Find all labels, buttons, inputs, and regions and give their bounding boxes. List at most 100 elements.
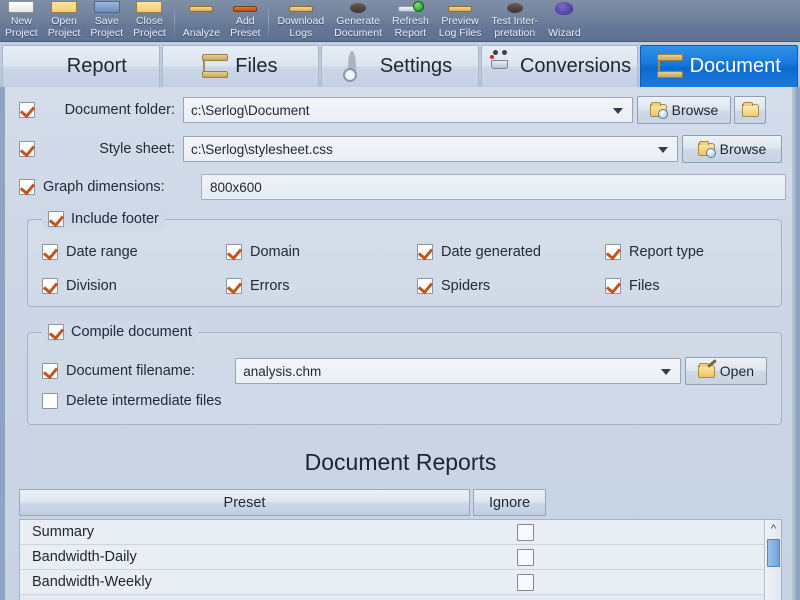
ignore-checkbox[interactable] bbox=[516, 573, 534, 591]
scroll-up-arrow-icon[interactable]: ^ bbox=[765, 520, 781, 537]
include-footer-label: Include footer bbox=[71, 211, 159, 227]
toolbar-label: Download Logs bbox=[277, 15, 325, 39]
footer-option-errors[interactable]: Errors bbox=[226, 278, 289, 294]
tab-label: Document bbox=[689, 55, 781, 77]
graph-dimensions-checkbox[interactable] bbox=[19, 179, 35, 195]
delete-intermediate-files-row[interactable]: Delete intermediate files bbox=[42, 393, 222, 409]
style-sheet-combobox[interactable]: c:\Serlog\stylesheet.css bbox=[183, 136, 678, 162]
files-checkbox[interactable] bbox=[605, 278, 621, 294]
date-range-checkbox[interactable] bbox=[42, 244, 58, 260]
toolbar-button-wizard[interactable]: Wizard bbox=[543, 0, 586, 41]
report-type-checkbox[interactable] bbox=[605, 244, 621, 260]
footer-option-label: Division bbox=[66, 278, 117, 294]
style-sheet-checkbox[interactable] bbox=[19, 141, 35, 157]
compile-document-label: Compile document bbox=[71, 324, 192, 340]
toolbar-button-add-preset[interactable]: Add Preset bbox=[225, 0, 265, 41]
ignore-checkbox[interactable] bbox=[516, 523, 534, 541]
include-footer-checkbox[interactable] bbox=[48, 211, 64, 227]
toolbar-label: Save Project bbox=[90, 15, 124, 39]
spiders-checkbox[interactable] bbox=[417, 278, 433, 294]
footer-option-label: Domain bbox=[250, 244, 300, 260]
document-filename-value: analysis.chm bbox=[243, 363, 322, 379]
toolbar-label: Open Project bbox=[47, 15, 81, 39]
date-generated-checkbox[interactable] bbox=[417, 244, 433, 260]
analyze-icon bbox=[186, 0, 216, 12]
domain-checkbox[interactable] bbox=[226, 244, 242, 260]
footer-option-label: Errors bbox=[250, 278, 290, 294]
document-settings-panel: Document folder: c:\Serlog\Document Brow… bbox=[0, 87, 800, 600]
generate-document-icon bbox=[343, 0, 373, 13]
chevron-down-icon[interactable] bbox=[660, 369, 671, 375]
toolbar-button-save-project[interactable]: Save Project bbox=[85, 0, 128, 41]
compile-document-groupbox: Compile document Document filename: anal… bbox=[27, 322, 782, 425]
table-row[interactable]: Bandwidth-Daily bbox=[20, 545, 781, 570]
main-toolbar: New Project Open Project Save Project Cl… bbox=[0, 0, 800, 42]
tab-files[interactable]: Files bbox=[161, 45, 320, 87]
toolbar-button-open-project[interactable]: Open Project bbox=[43, 0, 86, 41]
tab-settings[interactable]: Settings bbox=[321, 45, 479, 87]
style-sheet-row: Style sheet: c:\Serlog\stylesheet.css Br… bbox=[19, 135, 795, 163]
column-header-ignore[interactable]: Ignore bbox=[473, 489, 546, 516]
toolbar-label: New Project bbox=[5, 15, 38, 39]
toolbar-button-close-project[interactable]: Close Project bbox=[128, 0, 171, 41]
toolbar-button-new-project[interactable]: New Project bbox=[0, 0, 43, 41]
tab-report[interactable]: Report bbox=[2, 45, 160, 87]
division-checkbox[interactable] bbox=[42, 278, 58, 294]
document-folder-checkbox[interactable] bbox=[19, 102, 35, 118]
toolbar-button-test-interpretation[interactable]: Test Inter- pretation bbox=[486, 0, 543, 41]
document-filename-label: Document filename: bbox=[66, 363, 195, 379]
gear-magnifier-icon bbox=[347, 50, 372, 81]
folder-edit-icon bbox=[697, 362, 715, 378]
chevron-down-icon[interactable] bbox=[613, 108, 623, 114]
toolbar-separator bbox=[268, 5, 270, 39]
document-folder-browse-button[interactable]: Browse bbox=[637, 96, 731, 124]
table-row[interactable]: Bandwidth-Weekly bbox=[20, 570, 781, 595]
folder-search-icon bbox=[649, 101, 668, 119]
toolbar-button-generate-document[interactable]: Generate Document bbox=[329, 0, 387, 41]
compile-document-checkbox[interactable] bbox=[48, 324, 64, 340]
style-sheet-browse-button[interactable]: Browse bbox=[682, 135, 782, 163]
document-reports-scrollbar[interactable]: ^ bbox=[764, 520, 781, 600]
document-filename-combobox[interactable]: analysis.chm bbox=[235, 358, 681, 384]
footer-option-files[interactable]: Files bbox=[605, 278, 660, 294]
column-header-preset[interactable]: Preset bbox=[19, 489, 470, 516]
tab-conversions[interactable]: Conversions bbox=[480, 45, 639, 87]
tab-document[interactable]: Document bbox=[640, 45, 798, 87]
footer-option-spiders[interactable]: Spiders bbox=[417, 278, 490, 294]
footer-option-date-range[interactable]: Date range bbox=[42, 244, 138, 260]
style-sheet-label: Style sheet: bbox=[99, 141, 175, 157]
delete-intermediate-files-checkbox[interactable] bbox=[42, 393, 58, 409]
footer-option-label: Date range bbox=[66, 244, 138, 260]
footer-option-domain[interactable]: Domain bbox=[226, 244, 300, 260]
ignore-checkbox[interactable] bbox=[516, 548, 534, 566]
footer-option-label: Date generated bbox=[441, 244, 541, 260]
save-project-icon bbox=[92, 0, 122, 13]
document-reports-list: Summary Bandwidth-Daily Bandwidth-Weekly… bbox=[19, 519, 782, 600]
download-logs-icon bbox=[286, 0, 316, 12]
document-folder-combobox[interactable]: c:\Serlog\Document bbox=[183, 97, 633, 123]
errors-checkbox[interactable] bbox=[226, 278, 242, 294]
chevron-down-icon[interactable] bbox=[658, 147, 668, 153]
graph-dimensions-input[interactable]: 800x600 bbox=[201, 174, 786, 200]
pie-chart-icon bbox=[35, 55, 59, 79]
compile-document-legend: Compile document bbox=[42, 322, 198, 342]
toolbar-label: Generate Document bbox=[334, 15, 383, 39]
toolbar-button-refresh-report[interactable]: Refresh Report bbox=[387, 0, 434, 41]
scrollbar-thumb[interactable] bbox=[767, 539, 780, 567]
main-tab-bar: Report Files Settings Conversions Docume… bbox=[0, 42, 800, 87]
document-filename-checkbox[interactable] bbox=[42, 363, 58, 379]
document-folder-open-folder-button[interactable] bbox=[734, 96, 766, 124]
table-row[interactable]: Summary bbox=[20, 520, 781, 545]
test-interpretation-icon bbox=[500, 0, 530, 13]
footer-option-date-generated[interactable]: Date generated bbox=[417, 244, 541, 260]
toolbar-button-analyze[interactable]: Analyze bbox=[178, 0, 225, 41]
toolbar-button-download-logs[interactable]: Download Logs bbox=[272, 0, 329, 41]
toolbar-separator bbox=[173, 5, 175, 39]
ignore-cell bbox=[490, 548, 560, 566]
footer-option-label: Files bbox=[629, 278, 660, 294]
toolbar-button-preview-log-files[interactable]: Preview Log Files bbox=[434, 0, 487, 41]
folder-search-icon bbox=[697, 140, 716, 158]
document-filename-open-button[interactable]: Open bbox=[684, 357, 768, 385]
footer-option-division[interactable]: Division bbox=[42, 278, 117, 294]
footer-option-report-type[interactable]: Report type bbox=[605, 244, 704, 260]
